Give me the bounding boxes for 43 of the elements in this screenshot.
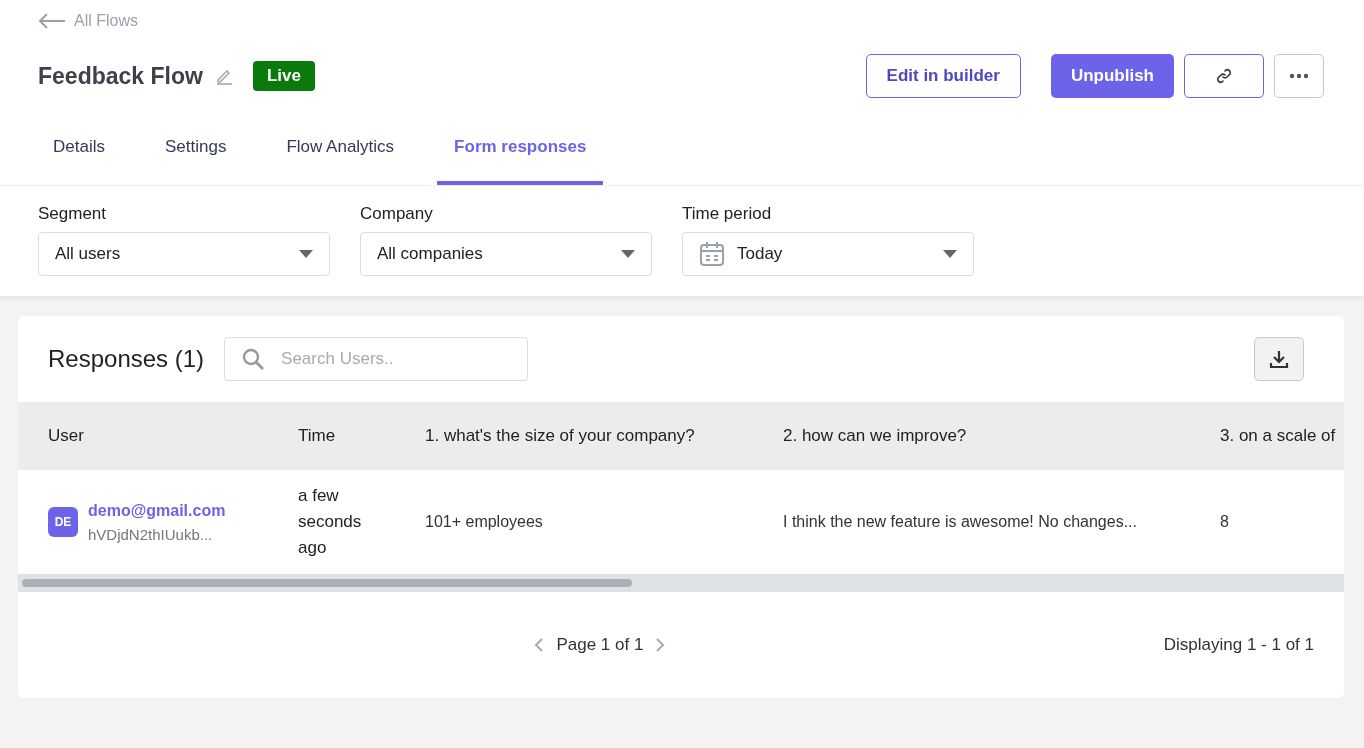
filter-dropdown[interactable]: Today: [682, 232, 974, 276]
caret-icon: [943, 250, 957, 258]
search-field[interactable]: Search Users..: [224, 337, 529, 381]
filter-label: Segment: [38, 204, 108, 224]
link-icon: [1215, 67, 1233, 85]
flow-title: Feedback Flow: [38, 62, 203, 90]
user-email-link[interactable]: demo@gmail.com: [88, 501, 226, 520]
caret-icon: [299, 250, 313, 258]
tab[interactable]: Flow Analytics: [269, 127, 412, 185]
back-arrow-icon: [38, 13, 66, 29]
download-icon: [1269, 349, 1289, 369]
status-badge: Live: [252, 61, 315, 91]
column-header: 1. what's the size of your company?: [425, 426, 696, 446]
table-cell-text: I think the new feature is awesome! No changes...: [783, 513, 1138, 531]
caret-icon: [621, 250, 635, 258]
filter-label: Company: [360, 204, 434, 224]
next-page-icon[interactable]: [655, 637, 666, 653]
responses-title: Responses (1): [48, 345, 205, 373]
copy-link-button[interactable]: [1184, 54, 1264, 98]
page-indicator: Page 1 of 1: [556, 635, 644, 655]
ellipsis-icon: [1289, 73, 1309, 79]
column-header: Time: [298, 426, 337, 446]
avatar: DE: [48, 507, 78, 537]
column-header: User: [48, 426, 85, 446]
edit-in-builder-button[interactable]: Edit in builder: [865, 54, 1021, 98]
filter-dropdown[interactable]: All companies: [360, 232, 652, 276]
table-cell-text: a few seconds ago: [298, 485, 363, 559]
filter-label: Time period: [682, 204, 773, 224]
download-button[interactable]: [1254, 337, 1304, 381]
filter-dropdown[interactable]: All users: [38, 232, 330, 276]
calendar-icon: [699, 241, 725, 267]
scrollbar-thumb[interactable]: [22, 579, 632, 587]
tab[interactable]: Details: [36, 127, 122, 185]
tab[interactable]: Settings: [147, 127, 244, 185]
user-id: hVDjdN2thIUukb...: [88, 525, 214, 543]
column-header: 3. on a scale of: [1220, 426, 1337, 446]
table-cell-text: 8: [1220, 513, 1230, 531]
table-cell-text: 101+ employees: [425, 513, 544, 531]
previous-page-icon[interactable]: [534, 637, 545, 653]
column-header: 2. how can we improve?: [783, 426, 968, 446]
more-options-button[interactable]: [1274, 54, 1324, 98]
unpublish-button[interactable]: Unpublish: [1050, 54, 1174, 98]
display-count: Displaying 1 - 1 of 1: [1163, 635, 1314, 655]
